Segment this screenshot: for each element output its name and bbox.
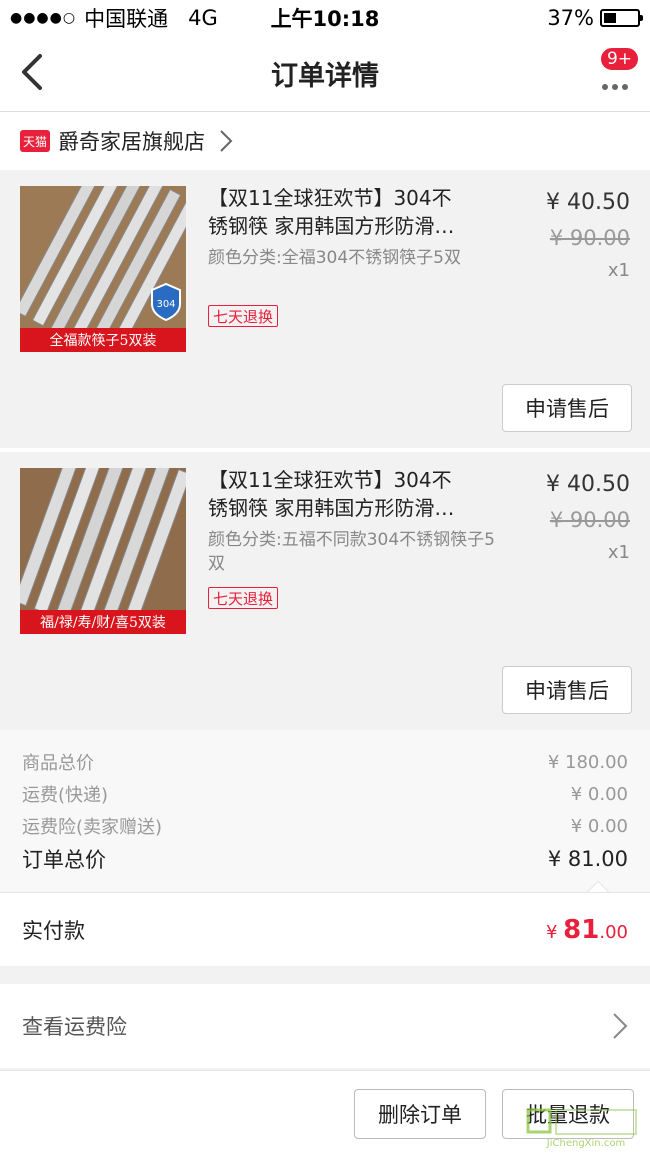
product-title[interactable]: 【双11全球狂欢节】304不 锈钢筷 家用韩国方形防滑…: [208, 466, 498, 522]
product-sku: 颜色分类:五福不同款304不锈钢筷子5双: [208, 530, 495, 574]
tmall-logo: 天猫: [20, 130, 50, 152]
chopsticks-image: [20, 468, 186, 612]
page-title: 订单详情: [271, 61, 379, 92]
order-item: 福/禄/寿/财/喜5双装 【双11全球狂欢节】304不 锈钢筷 家用韩国方形防滑…: [0, 452, 650, 730]
product-original-price: ¥ 90.00: [549, 226, 630, 250]
message-badge: 9+: [598, 46, 640, 72]
svg-text:304: 304: [156, 299, 175, 310]
paid-amount-int: 81: [563, 914, 600, 945]
price-summary: 商品总价 ¥ 180.00 运费(快递) ¥ 0.00 运费险(卖家赠送) ¥ …: [0, 730, 650, 904]
order-item: 304 全福款筷子5双装 【双11全球狂欢节】304不 锈钢筷 家用韩国方形防滑…: [0, 170, 650, 448]
status-bar: ●●●●○ 中国联通 4G 上午10:18 37%: [0, 0, 650, 36]
svg-text:JiChengXin.com: JiChengXin.com: [546, 1138, 625, 1149]
shipping-label: 运费(快递): [22, 785, 109, 806]
order-total-label: 订单总价: [22, 848, 106, 872]
product-quantity: x1: [607, 542, 630, 563]
shop-name: 爵奇家居旗舰店: [58, 130, 205, 154]
more-icon: [602, 84, 628, 90]
product-title-line1: 【双11全球狂欢节】304不: [208, 468, 452, 492]
product-original-price: ¥ 90.00: [549, 508, 630, 532]
shipping-value: ¥ 0.00: [570, 783, 628, 805]
product-image-banner: 全福款筷子5双装: [20, 328, 186, 352]
return-policy-tag: 七天退换: [208, 587, 279, 609]
paid-amount: ¥ 81.00: [546, 915, 628, 945]
more-button[interactable]: 9+: [590, 46, 640, 98]
product-price: ¥ 40.50: [546, 472, 630, 497]
goods-total-row: 商品总价 ¥ 180.00: [22, 746, 628, 778]
product-image[interactable]: 福/禄/寿/财/喜5双装: [20, 468, 186, 634]
chopsticks-image: 304: [20, 186, 186, 330]
status-right: 37%: [547, 6, 643, 30]
insurance-row: 运费险(卖家赠送) ¥ 0.00: [22, 810, 628, 842]
goods-total-label: 商品总价: [22, 753, 94, 774]
return-policy-tag: 七天退换: [208, 305, 279, 327]
product-sku: 颜色分类:全福304不锈钢筷子5双: [208, 248, 461, 268]
product-title[interactable]: 【双11全球狂欢节】304不 锈钢筷 家用韩国方形防滑…: [208, 184, 498, 240]
goods-total-value: ¥ 180.00: [547, 751, 628, 773]
shipping-row: 运费(快递) ¥ 0.00: [22, 778, 628, 810]
shop-header[interactable]: 天猫 爵奇家居旗舰店: [0, 112, 650, 170]
paid-amount-row: 实付款 ¥ 81.00: [0, 892, 650, 966]
order-total-row: 订单总价 ¥ 81.00: [22, 842, 628, 876]
product-image[interactable]: 304 全福款筷子5双装: [20, 186, 186, 352]
battery-icon: [600, 9, 643, 27]
chevron-left-icon: [22, 54, 42, 90]
product-title-line2: 锈钢筷 家用韩国方形防滑…: [208, 496, 455, 520]
view-insurance-label: 查看运费险: [22, 1015, 127, 1039]
paid-currency: ¥: [545, 921, 564, 943]
battery-fill: [604, 13, 616, 23]
signal-icon: ●●●●○: [10, 10, 77, 26]
product-price: ¥ 40.50: [546, 190, 630, 215]
product-title-line2: 锈钢筷 家用韩国方形防滑…: [208, 214, 455, 238]
chevron-right-icon: [219, 129, 233, 153]
nav-bar: 订单详情 9+: [0, 36, 650, 112]
paid-amount-dec: .00: [599, 921, 628, 943]
insurance-value: ¥ 0.00: [570, 815, 628, 837]
status-left: ●●●●○ 中国联通 4G: [10, 3, 218, 33]
paid-label: 实付款: [22, 918, 85, 943]
battery-percent: 37%: [547, 6, 594, 30]
product-quantity: x1: [607, 260, 630, 281]
view-shipping-insurance[interactable]: 查看运费险: [0, 984, 650, 1068]
product-title-line1: 【双11全球狂欢节】304不: [208, 186, 452, 210]
back-button[interactable]: [10, 50, 54, 94]
watermark-logo: JiChengXin.com: [526, 1108, 637, 1149]
order-total-value: ¥ 81.00: [547, 847, 628, 871]
network-label: 4G: [188, 6, 218, 30]
carrier-label: 中国联通: [84, 7, 169, 31]
product-image-banner: 福/禄/寿/财/喜5双装: [20, 610, 186, 634]
insurance-label: 运费险(卖家赠送): [22, 817, 163, 838]
chevron-right-icon: [613, 1013, 628, 1039]
delete-order-button[interactable]: 删除订单: [354, 1089, 486, 1139]
after-sale-button[interactable]: 申请售后: [502, 384, 632, 432]
after-sale-button[interactable]: 申请售后: [502, 666, 632, 714]
